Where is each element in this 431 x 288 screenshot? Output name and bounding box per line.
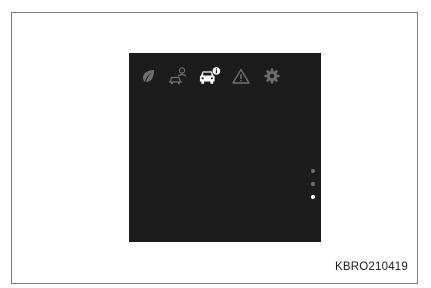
settings-gear-icon[interactable] bbox=[261, 65, 283, 87]
warning-icon[interactable] bbox=[230, 65, 252, 87]
page-indicator bbox=[311, 169, 315, 199]
multi-information-display bbox=[129, 53, 321, 242]
page-dot-3-active bbox=[311, 195, 315, 199]
figure-frame: KBRO210419 bbox=[11, 12, 418, 284]
page-dot-1 bbox=[311, 169, 315, 173]
figure-code: KBRO210419 bbox=[335, 261, 408, 273]
display-menu-icon-bar bbox=[137, 65, 283, 87]
vehicle-info-icon[interactable] bbox=[199, 65, 221, 87]
page-dot-2 bbox=[311, 182, 315, 186]
eco-leaf-icon[interactable] bbox=[137, 65, 159, 87]
driver-assist-icon[interactable] bbox=[168, 65, 190, 87]
